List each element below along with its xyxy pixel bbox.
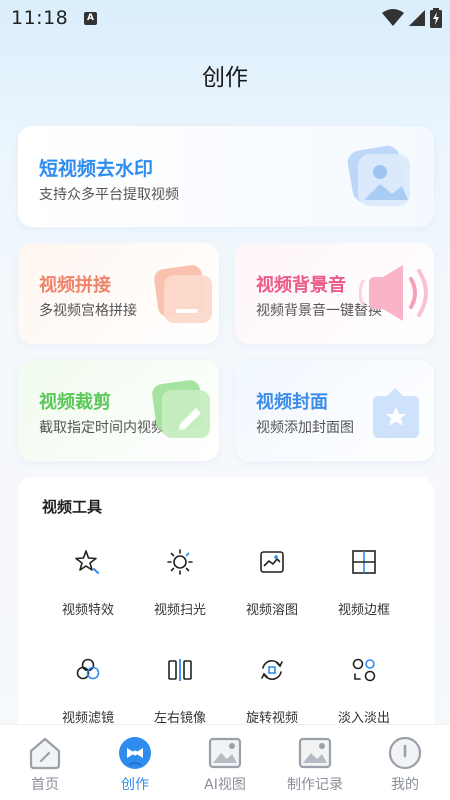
tool-video-blend[interactable]: 视频溶图	[226, 549, 318, 629]
notification-badge: A	[84, 12, 97, 25]
tool-label: 视频特效	[61, 603, 114, 618]
tools-title: 视频工具	[42, 498, 103, 516]
tool-label: 视频扫光	[153, 603, 206, 618]
tool-label: 视频边框	[337, 603, 390, 618]
tool-video-frame[interactable]: 视频边框	[318, 549, 410, 629]
tool-video-effects[interactable]: 视频特效	[42, 549, 134, 629]
video-tools-panel: 视频工具 视频特效 视频扫光 视频溶图 视频边框 视频滤镜 左右镜像 旋转视频 …	[18, 477, 434, 737]
fade-icon	[352, 658, 376, 682]
page-title: 创作	[202, 65, 248, 91]
card-subtitle: 支持众多平台提取视频	[39, 187, 179, 203]
image-stack-icon	[347, 145, 410, 206]
mirror-icon	[168, 659, 192, 681]
status-icons	[382, 8, 442, 28]
nav-create[interactable]: 创作	[90, 725, 180, 800]
card-title: 视频背景音	[256, 275, 346, 296]
filter-circles-icon	[76, 658, 100, 680]
card-title: 视频封面	[256, 392, 328, 413]
nav-home[interactable]: 首页	[0, 725, 90, 800]
wifi-icon	[382, 9, 404, 26]
card-title: 视频裁剪	[39, 392, 111, 413]
nav-label: AI视图	[204, 777, 246, 793]
battery-charging-icon	[430, 8, 442, 28]
card-subtitle: 多视频宫格拼接	[39, 303, 137, 319]
nav-profile[interactable]: 我的	[360, 725, 450, 800]
sparkle-star-icon	[75, 550, 99, 574]
card-subtitle: 截取指定时间内视频	[39, 420, 165, 436]
tool-label: 视频溶图	[245, 603, 298, 618]
create-bowtie-icon	[119, 737, 151, 769]
video-cover-card[interactable]: 视频封面 视频添加封面图	[235, 360, 434, 461]
rotate-icon	[261, 660, 283, 680]
card-subtitle: 视频添加封面图	[256, 420, 354, 436]
nav-label: 首页	[31, 777, 59, 793]
video-splice-card[interactable]: 视频拼接 多视频宫格拼接	[18, 243, 219, 344]
nav-ai-view[interactable]: AI视图	[180, 725, 270, 800]
frame-grid-icon	[352, 550, 376, 574]
status-bar: 11:18 A	[0, 0, 450, 36]
image-blend-icon	[260, 551, 284, 573]
signal-icon	[409, 10, 425, 26]
video-bgm-card[interactable]: 视频背景音 视频背景音一键替换	[235, 243, 434, 344]
tool-video-glow[interactable]: 视频扫光	[134, 549, 226, 629]
bottom-nav: 首页 创作 AI视图 制作记录 我的	[0, 724, 450, 800]
ai-image-icon	[208, 737, 242, 769]
watermark-removal-card[interactable]: 短视频去水印 支持众多平台提取视频	[18, 126, 434, 227]
sun-icon	[167, 549, 193, 575]
nav-label: 我的	[391, 777, 419, 793]
nav-label: 制作记录	[287, 777, 343, 793]
card-title: 短视频去水印	[39, 158, 154, 180]
home-icon	[29, 737, 61, 770]
profile-icon	[388, 736, 422, 770]
star-cover-icon	[373, 388, 419, 438]
nav-label: 创作	[121, 777, 149, 793]
nav-records[interactable]: 制作记录	[270, 725, 360, 800]
video-crop-card[interactable]: 视频裁剪 截取指定时间内视频	[18, 360, 219, 461]
card-title: 视频拼接	[39, 275, 111, 296]
edit-pen-icon	[152, 380, 210, 438]
grid-stack-icon	[154, 265, 212, 323]
speaker-icon	[359, 265, 428, 321]
status-time: 11:18	[11, 7, 69, 29]
record-image-icon	[298, 737, 332, 769]
